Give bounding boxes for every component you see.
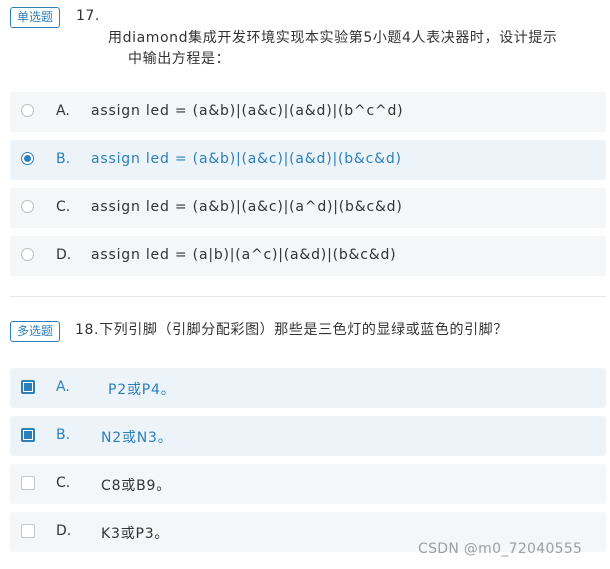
option-letter: B.: [56, 427, 71, 443]
radio-button[interactable]: [21, 104, 34, 117]
q17-option-c[interactable]: C. assign led = (a&b)|(a&c)|(a^d)|(b&c&d…: [10, 188, 606, 228]
option-letter: C.: [56, 199, 71, 215]
radio-button-selected[interactable]: [21, 152, 34, 165]
q18-option-a[interactable]: A. P2或P4。: [10, 368, 606, 408]
radio-button[interactable]: [21, 200, 34, 213]
option-text: assign led = (a&b)|(a&c)|(a&d)|(b&c&d): [91, 151, 402, 167]
option-text: K3或P3。: [101, 526, 170, 542]
question-text: 18.下列引脚（引脚分配彩图）那些是三色灯的显绿或蓝色的引脚？: [75, 322, 508, 338]
single-choice-tag: 单选题: [10, 7, 61, 28]
option-letter: A.: [56, 103, 70, 119]
question-divider: [10, 296, 606, 297]
radio-button[interactable]: [21, 248, 34, 261]
checkbox-checked[interactable]: [21, 380, 35, 394]
option-letter: D.: [56, 523, 72, 539]
option-text: assign led = (a&b)|(a&c)|(a&d)|(b^c^d): [91, 103, 404, 119]
option-letter: A.: [56, 379, 70, 395]
question-text-line1: 用diamond集成开发环境实现本实验第5小题4人表决器时，设计提示: [108, 30, 558, 46]
option-text: assign led = (a&b)|(a&c)|(a^d)|(b&c&d): [91, 199, 403, 215]
checkbox-checked[interactable]: [21, 428, 35, 442]
question-text-line2: 中输出方程是：: [128, 51, 231, 67]
q17-option-b[interactable]: B. assign led = (a&b)|(a&c)|(a&d)|(b&c&d…: [10, 140, 606, 180]
checkbox[interactable]: [21, 476, 35, 490]
q18-option-b[interactable]: B. N2或N3。: [10, 416, 606, 456]
option-letter: C.: [56, 475, 71, 491]
multiple-choice-tag: 多选题: [10, 321, 61, 342]
checkbox[interactable]: [21, 524, 35, 538]
option-letter: B.: [56, 151, 71, 167]
option-text: N2或N3。: [101, 430, 173, 446]
watermark: CSDN @m0_72040555: [418, 541, 583, 557]
option-text: assign led = (a|b)|(a^c)|(a&d)|(b&c&d): [91, 247, 397, 263]
question-number: 17.: [76, 8, 100, 24]
option-text: P2或P4。: [108, 382, 176, 398]
q17-option-a[interactable]: A. assign led = (a&b)|(a&c)|(a&d)|(b^c^d…: [10, 92, 606, 132]
q17-option-d[interactable]: D. assign led = (a|b)|(a^c)|(a&d)|(b&c&d…: [10, 236, 606, 276]
q18-option-c[interactable]: C. C8或B9。: [10, 464, 606, 504]
option-text: C8或B9。: [101, 478, 171, 494]
option-letter: D.: [56, 247, 72, 263]
